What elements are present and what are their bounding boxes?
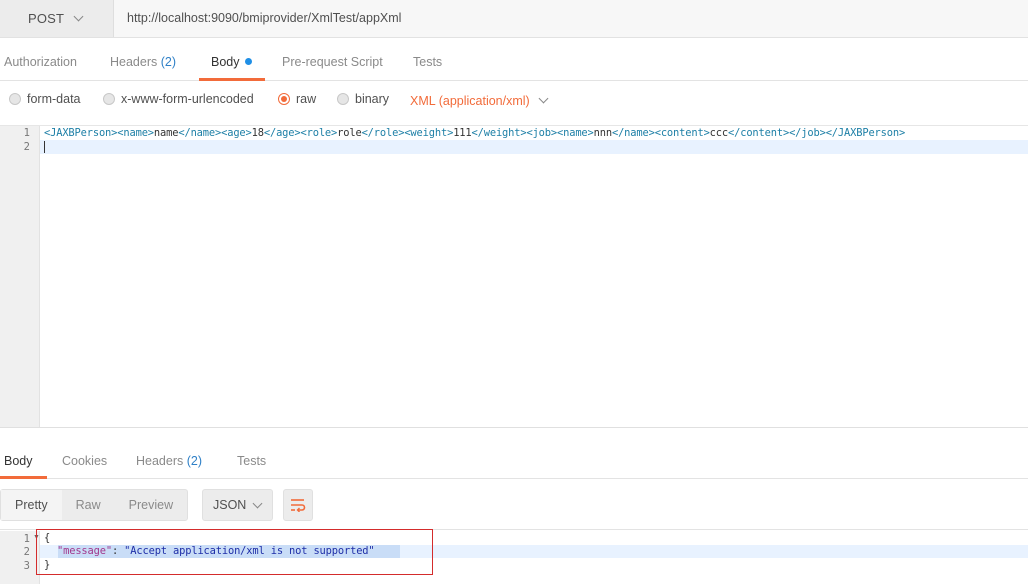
tab-response-headers-count: (2) <box>186 454 203 468</box>
chevron-down-icon <box>538 93 549 104</box>
xml-tag-token: <name> <box>117 127 154 139</box>
radio-binary-label: binary <box>355 92 390 106</box>
line-number: 1 <box>23 533 30 545</box>
url-bar: POST http://localhost:9090/bmiprovider/X… <box>0 0 1028 38</box>
xml-tag-token: <JAXBPerson> <box>44 127 118 139</box>
chevron-down-icon <box>252 498 263 509</box>
tab-response-body[interactable]: Body <box>4 454 33 468</box>
xml-tag-token: </age> <box>263 127 301 139</box>
code-line-1: <JAXBPerson><name>name</name><age>18</ag… <box>44 127 905 139</box>
radio-form-data-label: form-data <box>27 92 81 106</box>
tab-response-headers[interactable]: Headers (2) <box>136 454 202 468</box>
tab-prerequest-script[interactable]: Pre-request Script <box>282 55 383 69</box>
raw-button[interactable]: Raw <box>62 490 115 520</box>
xml-text-token: role <box>337 127 362 139</box>
xml-text-token: 18 <box>251 127 264 139</box>
xml-tag-token: </job> <box>789 127 826 139</box>
xml-tag-token: </name> <box>611 127 655 139</box>
annotation-highlight-box <box>36 529 433 575</box>
format-label: JSON <box>213 498 247 512</box>
preview-button[interactable]: Preview <box>115 490 187 520</box>
tab-headers[interactable]: Headers (2) <box>110 55 176 69</box>
tab-response-tests[interactable]: Tests <box>237 454 266 468</box>
content-type-label: XML (application/xml) <box>410 94 530 108</box>
active-tab-indicator <box>0 476 47 479</box>
xml-tag-token: <role> <box>300 127 338 139</box>
modified-dot-icon <box>244 58 252 65</box>
xml-tag-token: <weight> <box>404 127 454 139</box>
view-mode-toggle: Pretty Raw Preview <box>0 489 189 521</box>
format-dropdown[interactable]: JSON <box>202 489 273 521</box>
radio-raw[interactable]: raw <box>278 92 316 106</box>
radio-circle-icon <box>337 93 349 105</box>
radio-binary[interactable]: binary <box>337 92 389 106</box>
radio-circle-icon <box>9 93 21 105</box>
tab-headers-count: (2) <box>160 55 177 69</box>
xml-tag-token: <name> <box>557 127 594 139</box>
chevron-down-icon <box>73 11 84 22</box>
xml-tag-token: </weight> <box>471 127 527 139</box>
xml-text-token: nnn <box>593 127 612 139</box>
line-number: 2 <box>23 141 30 153</box>
tab-cookies[interactable]: Cookies <box>62 454 107 468</box>
content-type-dropdown[interactable]: XML (application/xml) <box>410 93 549 108</box>
request-tabs: Authorization Headers (2) Body Pre-reque… <box>0 38 1028 81</box>
body-type-selector: form-data x-www-form-urlencoded raw bina… <box>0 82 1028 126</box>
line-number: 3 <box>23 560 30 572</box>
xml-text-token: ccc <box>709 127 728 139</box>
method-dropdown[interactable]: POST <box>0 0 114 37</box>
xml-tag-token: </role> <box>361 127 405 139</box>
radio-form-data[interactable]: form-data <box>9 92 81 106</box>
active-line-highlight <box>0 140 1028 154</box>
text-cursor <box>44 141 45 153</box>
radio-circle-icon <box>103 93 115 105</box>
xml-text-token: name <box>153 127 179 139</box>
url-input[interactable]: http://localhost:9090/bmiprovider/XmlTes… <box>127 11 401 25</box>
wrap-lines-icon <box>291 499 306 512</box>
active-tab-indicator <box>199 78 265 81</box>
tab-body[interactable]: Body <box>211 55 252 69</box>
xml-tag-token: </content> <box>728 127 790 139</box>
line-number: 2 <box>23 546 30 558</box>
xml-tag-token: <age> <box>221 127 252 139</box>
tab-response-headers-label: Headers <box>136 454 184 468</box>
xml-tag-token: <content> <box>654 127 710 139</box>
tab-body-label: Body <box>211 55 240 69</box>
wrap-lines-button[interactable] <box>283 489 313 521</box>
line-number: 1 <box>23 127 30 139</box>
request-body-editor[interactable]: 1 2 <JAXBPerson><name>name</name><age>18… <box>0 126 1028 428</box>
xml-tag-token: </name> <box>178 127 222 139</box>
tab-authorization[interactable]: Authorization <box>4 55 77 69</box>
tab-tests[interactable]: Tests <box>413 55 442 69</box>
xml-text-token: 111 <box>453 127 472 139</box>
radio-raw-label: raw <box>296 92 317 106</box>
editor-gutter <box>0 126 40 427</box>
response-toolbar: Pretty Raw Preview JSON <box>0 480 1028 530</box>
tab-headers-label: Headers <box>110 55 158 69</box>
radio-selected-icon <box>278 93 290 105</box>
xml-tag-token: </JAXBPerson> <box>825 127 906 139</box>
response-tabs: Body Cookies Headers (2) Tests <box>0 440 1028 479</box>
pretty-button[interactable]: Pretty <box>1 490 62 520</box>
radio-urlencoded[interactable]: x-www-form-urlencoded <box>103 92 254 106</box>
xml-tag-token: <job> <box>526 127 557 139</box>
method-label: POST <box>28 11 65 26</box>
radio-urlencoded-label: x-www-form-urlencoded <box>121 92 254 106</box>
